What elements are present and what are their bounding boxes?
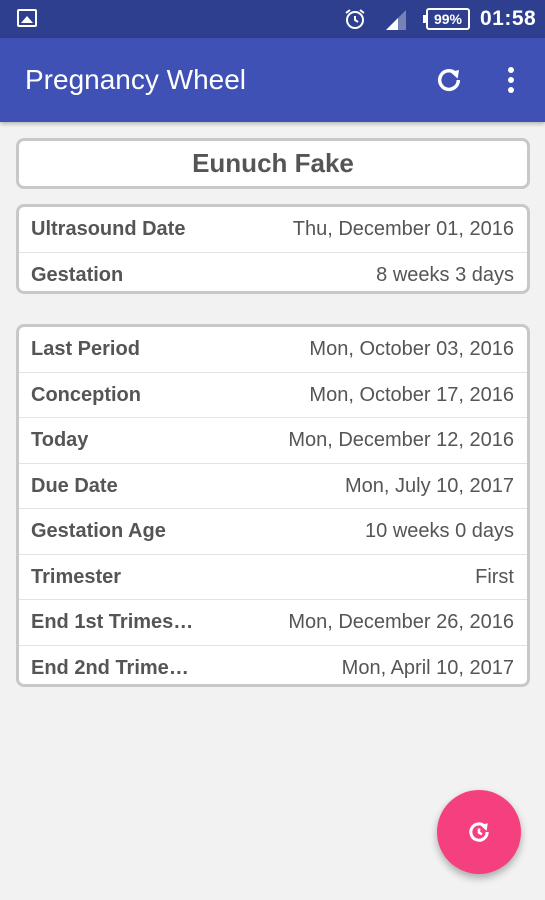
row-label: Gestation: [31, 263, 124, 286]
row-value: Mon, December 26, 2016: [288, 611, 514, 633]
alarm-icon: [345, 9, 365, 29]
row-label: Conception: [31, 383, 141, 406]
row-label: End 1st Trimester: [31, 611, 196, 633]
row-label: Today: [31, 429, 89, 451]
row-value: First: [475, 565, 514, 588]
row-label: Gestation Age: [31, 520, 166, 542]
row-value: Mon, April 10, 2017: [341, 656, 514, 679]
image-icon: [17, 9, 37, 27]
row-value: Mon, October 03, 2016: [309, 338, 514, 360]
row-label: Due Date: [31, 474, 118, 497]
clock: 01:58: [480, 7, 537, 30]
trimester-row[interactable]: Trimester First: [19, 555, 527, 600]
row-value: Mon, December 12, 2016: [288, 429, 514, 451]
restore-icon: [469, 822, 489, 842]
reset-fab-button[interactable]: [437, 790, 521, 874]
pregnancy-details-card: Last Period Mon, October 03, 2016 Concep…: [16, 324, 530, 687]
ultrasound-card: Ultrasound Date Thu, December 01, 2016 G…: [16, 204, 530, 294]
row-label: End 2nd Trimester: [31, 656, 196, 679]
refresh-icon[interactable]: [433, 64, 465, 96]
row-value: Mon, July 10, 2017: [345, 474, 514, 497]
gestation-age-row[interactable]: Gestation Age 10 weeks 0 days: [19, 509, 527, 555]
ultrasound-date-row[interactable]: Ultrasound Date Thu, December 01, 2016: [19, 207, 527, 253]
end-second-trimester-row[interactable]: End 2nd Trimester Mon, April 10, 2017: [19, 646, 527, 692]
row-value: 10 weeks 0 days: [365, 520, 514, 542]
row-value: 8 weeks 3 days: [376, 263, 514, 286]
status-bar: 99% 01:58: [0, 0, 545, 38]
last-period-row[interactable]: Last Period Mon, October 03, 2016: [19, 327, 527, 373]
profile-name-card[interactable]: Eunuch Fake: [16, 138, 530, 189]
app-bar: Pregnancy Wheel: [0, 38, 545, 122]
row-label: Trimester: [31, 565, 122, 588]
more-vert-icon[interactable]: [499, 64, 523, 96]
today-row[interactable]: Today Mon, December 12, 2016: [19, 418, 527, 464]
end-first-trimester-row[interactable]: End 1st Trimester Mon, December 26, 2016: [19, 600, 527, 646]
row-value: Mon, October 17, 2016: [309, 383, 514, 406]
due-date-row[interactable]: Due Date Mon, July 10, 2017: [19, 464, 527, 509]
gestation-row[interactable]: Gestation 8 weeks 3 days: [19, 253, 527, 299]
row-label: Ultrasound Date: [31, 218, 186, 240]
row-value: Thu, December 01, 2016: [292, 218, 514, 240]
profile-name: Eunuch Fake: [192, 148, 354, 178]
signal-icon: [386, 10, 406, 30]
conception-row[interactable]: Conception Mon, October 17, 2016: [19, 373, 527, 418]
app-title: Pregnancy Wheel: [25, 64, 247, 95]
battery-icon: 99%: [423, 8, 470, 30]
row-label: Last Period: [31, 338, 140, 360]
